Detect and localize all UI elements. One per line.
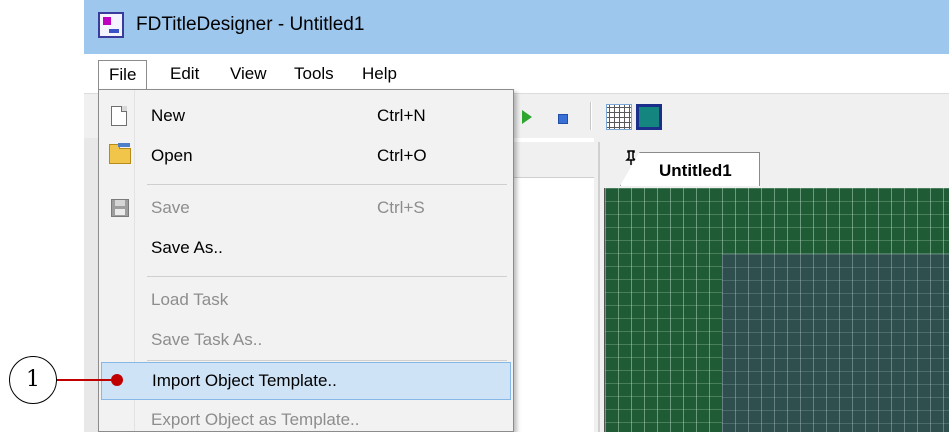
menu-item-shortcut: Ctrl+S (377, 198, 425, 217)
menu-item-label: Save As.. (151, 238, 223, 257)
app-icon[interactable] (98, 12, 124, 38)
tab-untitled1[interactable]: Untitled1 (620, 152, 760, 186)
menu-item-label: Save (151, 198, 190, 217)
menu-tools[interactable]: Tools (284, 60, 344, 90)
panel-splitter[interactable] (598, 142, 600, 432)
menu-item-label: Save Task As.. (151, 330, 263, 349)
menu-item-save-as[interactable]: Save As.. (101, 230, 511, 268)
menu-item-label: New (151, 106, 186, 125)
menu-item-import-object-template[interactable]: Import Object Template.. (101, 362, 511, 400)
menu-item-shortcut: Ctrl+N (377, 106, 426, 125)
menu-help[interactable]: Help (352, 60, 407, 90)
menu-separator (147, 360, 507, 361)
menu-item-save-task-as[interactable]: Save Task As.. (101, 322, 511, 360)
play-icon[interactable] (522, 110, 532, 124)
title-bar[interactable]: FDTitleDesigner - Untitled1 (84, 0, 949, 54)
menu-item-label: Open (151, 146, 193, 165)
file-menu-dropdown: New Ctrl+N Open Ctrl+O Save Ctrl+S Save … (98, 89, 514, 432)
save-disk-icon (111, 199, 129, 217)
safe-frame-icon[interactable] (636, 104, 662, 130)
callout-leader-line (57, 379, 111, 381)
menu-item-label: Import Object Template.. (152, 371, 337, 390)
menu-item-label: Export Object as Template.. (151, 410, 360, 429)
menu-bar: File Edit View Tools Help (84, 54, 949, 96)
menu-item-load-task[interactable]: Load Task (101, 282, 511, 320)
menu-separator (147, 276, 507, 277)
menu-item-shortcut: Ctrl+O (377, 146, 427, 165)
menu-item-export-object-as-template[interactable]: Export Object as Template.. (101, 402, 511, 432)
menu-separator (147, 184, 507, 185)
menu-item-save[interactable]: Save Ctrl+S (101, 190, 511, 228)
menu-edit[interactable]: Edit (160, 60, 209, 90)
menu-item-label: Load Task (151, 290, 229, 309)
app-window: FDTitleDesigner - Untitled1 File Edit Vi… (84, 0, 949, 432)
stop-icon[interactable] (558, 114, 568, 124)
new-document-icon (111, 106, 127, 126)
menu-item-new[interactable]: New Ctrl+N (101, 98, 511, 136)
grid-toggle-icon[interactable] (606, 104, 632, 130)
callout-number: 1 (9, 356, 57, 404)
toolbar-separator (590, 102, 592, 130)
menu-item-open[interactable]: Open Ctrl+O (101, 138, 511, 176)
callout-dot (111, 374, 123, 386)
canvas-safe-area (722, 254, 949, 432)
window-title: FDTitleDesigner - Untitled1 (136, 14, 365, 35)
menu-view[interactable]: View (220, 60, 277, 90)
open-folder-icon (109, 143, 131, 164)
